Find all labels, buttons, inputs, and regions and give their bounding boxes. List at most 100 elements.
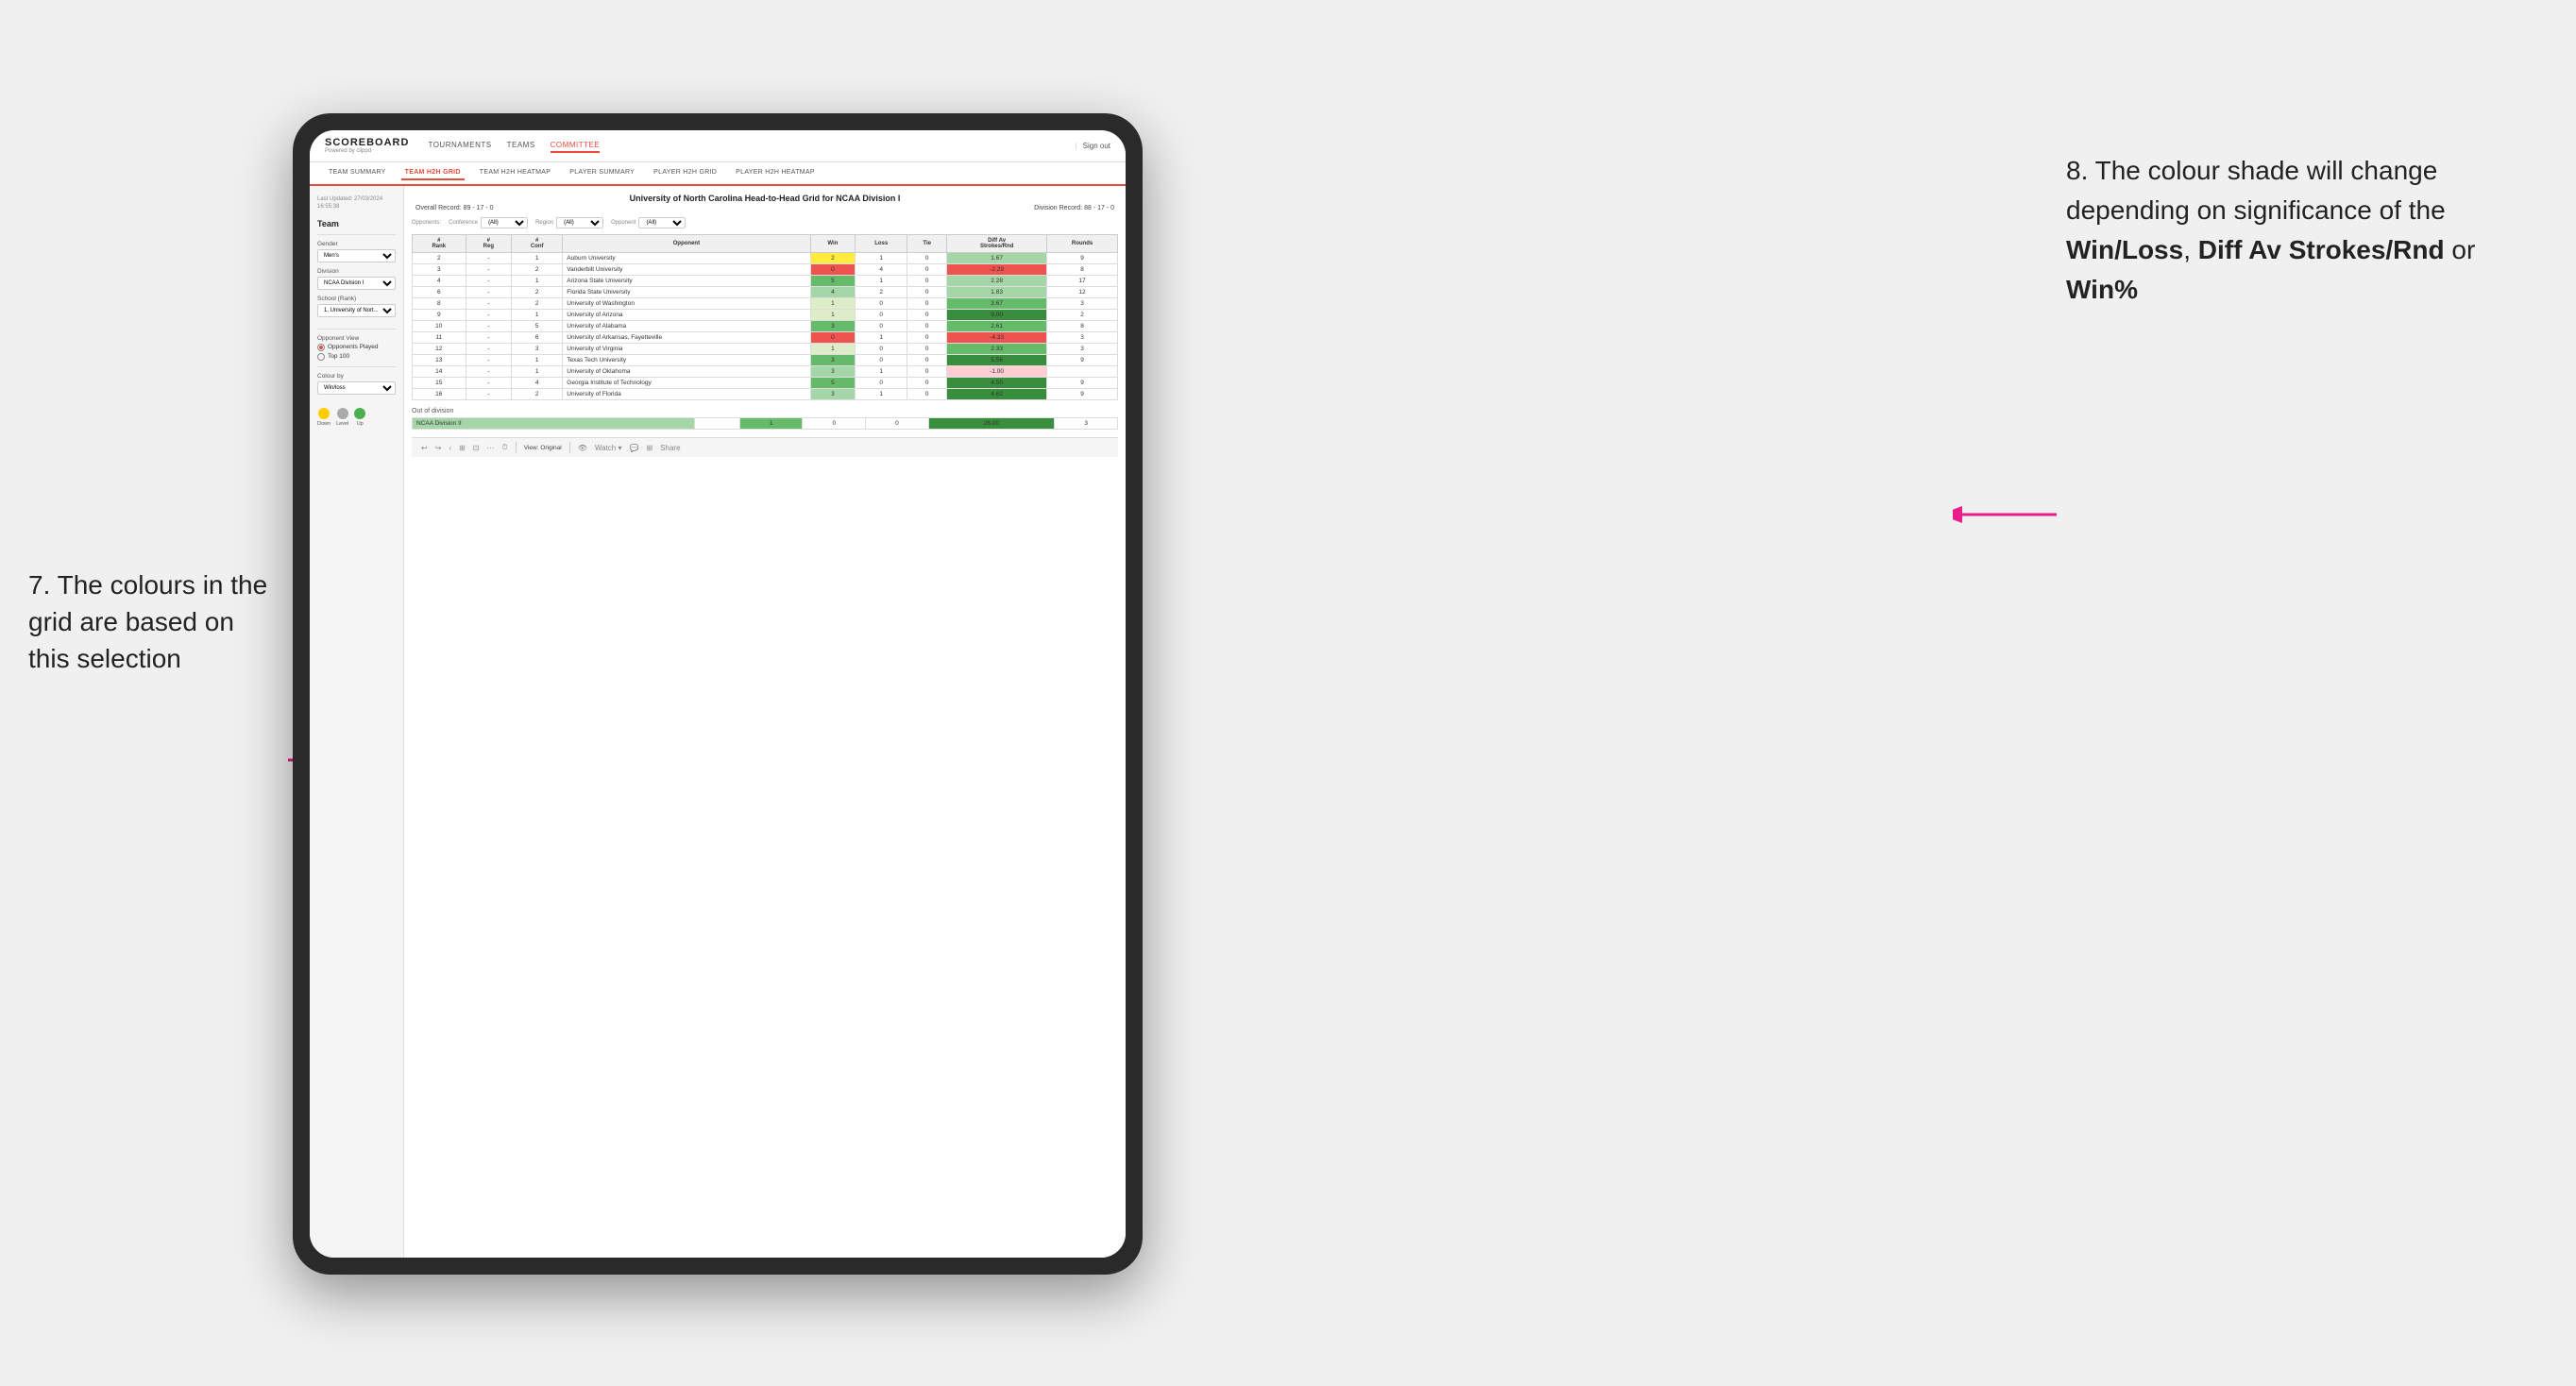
sign-out-button[interactable]: Sign out — [1083, 142, 1110, 150]
grid-title: University of North Carolina Head-to-Hea… — [412, 194, 1118, 203]
legend-dot-down — [318, 408, 330, 419]
col-win: Win — [810, 235, 856, 253]
table-row: 14 - 1 University of Oklahoma 3 1 0 -1.0… — [413, 366, 1118, 378]
grid-content: University of North Carolina Head-to-Hea… — [404, 186, 1126, 1258]
logo: SCOREBOARD Powered by clippd — [325, 138, 409, 154]
subnav-team-h2h-heatmap[interactable]: TEAM H2H HEATMAP — [476, 166, 554, 180]
radio-top100[interactable]: Top 100 — [317, 353, 396, 361]
table-row: 4 - 1 Arizona State University 5 1 0 2.2… — [413, 276, 1118, 287]
division-select[interactable]: NCAA Division I — [317, 277, 396, 290]
more-button[interactable]: ⊞ — [459, 444, 466, 452]
annotation-left: 7. The colours in the grid are based on … — [28, 566, 274, 678]
col-opponent: Opponent — [563, 235, 810, 253]
clock-button[interactable]: ⏱ — [501, 443, 507, 452]
toolbar-divider-2 — [569, 442, 570, 453]
table-row: 8 - 2 University of Washington 1 0 0 3.6… — [413, 298, 1118, 310]
division-record: Division Record: 88 - 17 - 0 — [1034, 205, 1114, 211]
nav-committee[interactable]: COMMITTEE — [551, 139, 601, 153]
nav-teams[interactable]: TEAMS — [507, 139, 535, 153]
school-select[interactable]: 1. University of Nort... — [317, 304, 396, 317]
legend-up: Up — [354, 408, 365, 427]
col-reg: #Reg — [466, 235, 512, 253]
legend-label-down: Down — [317, 421, 330, 427]
out-of-division-table: NCAA Division II 1 0 0 26.00 3 — [412, 417, 1118, 430]
arrow-right — [1953, 491, 2066, 538]
subnav-team-h2h-grid[interactable]: TEAM H2H GRID — [401, 166, 465, 180]
grid-records: Overall Record: 89 - 17 - 0 Division Rec… — [412, 205, 1118, 211]
opponent-filter[interactable]: (All) — [638, 217, 686, 228]
eye-icon: 👁 — [578, 444, 587, 452]
data-table: #Rank #Reg #Conf Opponent Win Loss Tie D… — [412, 234, 1118, 400]
opponent-view-options: Opponents Played Top 100 — [317, 344, 396, 361]
dots-button[interactable]: ··· — [486, 444, 494, 452]
table-row: 9 - 1 University of Arizona 1 0 0 9.00 2 — [413, 310, 1118, 321]
logo-sub: Powered by clippd — [325, 148, 409, 154]
conference-filter[interactable]: (All) — [481, 217, 528, 228]
legend-label-up: Up — [357, 421, 364, 427]
subnav-player-summary[interactable]: PLAYER SUMMARY — [566, 166, 638, 180]
app-header: SCOREBOARD Powered by clippd TOURNAMENTS… — [310, 130, 1126, 162]
bold-win-pct: Win% — [2066, 275, 2138, 304]
filter-conference: Conference (All) — [449, 217, 528, 228]
filter-opponent: Opponent (All) — [611, 217, 686, 228]
out-of-division: Out of division NCAA Division II 1 0 0 2… — [412, 408, 1118, 430]
opponent-view-label: Opponent View — [317, 335, 396, 342]
subnav-team-summary[interactable]: TEAM SUMMARY — [325, 166, 390, 180]
legend-dot-up — [354, 408, 365, 419]
subnav-player-h2h-heatmap[interactable]: PLAYER H2H HEATMAP — [732, 166, 819, 180]
gender-select[interactable]: Men's — [317, 249, 396, 262]
annotation-right: 8. The colour shade will change dependin… — [2066, 151, 2482, 310]
out-of-division-title: Out of division — [412, 408, 1118, 414]
legend-level: Level — [336, 408, 348, 427]
bold-win-loss: Win/Loss — [2066, 235, 2183, 264]
table-row: 15 - 4 Georgia Institute of Technology 5… — [413, 378, 1118, 389]
col-rounds: Rounds — [1047, 235, 1118, 253]
col-tie: Tie — [907, 235, 947, 253]
share-button[interactable]: Share — [660, 444, 680, 452]
filter-opponents: Opponents: — [412, 217, 441, 228]
radio-dot-opponents-played — [317, 344, 325, 351]
sub-nav: TEAM SUMMARY TEAM H2H GRID TEAM H2H HEAT… — [310, 162, 1126, 186]
radio-dot-top100 — [317, 353, 325, 361]
nav-tournaments[interactable]: TOURNAMENTS — [428, 139, 491, 153]
redo-button[interactable]: ↪ — [435, 444, 442, 452]
table-row: 11 - 6 University of Arkansas, Fayettevi… — [413, 332, 1118, 344]
main-content: Last Updated: 27/03/202416:55:38 Team Ge… — [310, 186, 1126, 1258]
overall-record: Overall Record: 89 - 17 - 0 — [415, 205, 493, 211]
undo-button[interactable]: ↩ — [421, 444, 428, 452]
grid-button[interactable]: ⊞ — [646, 444, 652, 452]
view-label: View: Original — [524, 445, 562, 451]
opponents-label: Opponents: — [412, 220, 441, 226]
col-conf: #Conf — [512, 235, 563, 253]
bottom-toolbar: ↩ ↪ ‹ ⊞ ⊡ ··· ⏱ View: Original 👁 Watch ▾… — [412, 437, 1118, 457]
tablet-frame: SCOREBOARD Powered by clippd TOURNAMENTS… — [293, 113, 1143, 1275]
radio-opponents-played[interactable]: Opponents Played — [317, 344, 396, 351]
table-row: 6 - 2 Florida State University 4 2 0 1.8… — [413, 287, 1118, 298]
table-row: 3 - 2 Vanderbilt University 0 4 0 -2.29 … — [413, 264, 1118, 276]
gender-label: Gender — [317, 241, 396, 247]
legend-dot-level — [337, 408, 348, 419]
table-row: 13 - 1 Texas Tech University 3 0 0 5.56 … — [413, 355, 1118, 366]
bold-diff: Diff Av Strokes/Rnd — [2198, 235, 2445, 264]
subnav-player-h2h-grid[interactable]: PLAYER H2H GRID — [650, 166, 720, 180]
last-updated: Last Updated: 27/03/202416:55:38 — [317, 195, 396, 211]
col-diff: Diff AvStrokes/Rnd — [947, 235, 1047, 253]
table-row: 10 - 5 University of Alabama 3 0 0 2.61 … — [413, 321, 1118, 332]
legend-down: Down — [317, 408, 330, 427]
col-loss: Loss — [856, 235, 907, 253]
logo-main: SCOREBOARD — [325, 138, 409, 148]
comment-button[interactable]: 💬 — [630, 444, 639, 452]
crop-button[interactable]: ⊡ — [473, 444, 480, 452]
legend: Down Level Up — [317, 408, 396, 427]
col-rank: #Rank — [413, 235, 466, 253]
back-button[interactable]: ‹ — [449, 444, 451, 452]
colour-by-label: Colour by — [317, 373, 396, 380]
table-row: 12 - 3 University of Virginia 1 0 0 2.33… — [413, 344, 1118, 355]
toolbar-divider — [516, 442, 517, 453]
watch-button[interactable]: Watch ▾ — [595, 444, 622, 452]
region-filter[interactable]: (All) — [556, 217, 603, 228]
colour-by-select[interactable]: Win/loss — [317, 381, 396, 395]
tablet-screen: SCOREBOARD Powered by clippd TOURNAMENTS… — [310, 130, 1126, 1258]
out-of-division-row: NCAA Division II 1 0 0 26.00 3 — [413, 418, 1118, 430]
legend-label-level: Level — [336, 421, 348, 427]
